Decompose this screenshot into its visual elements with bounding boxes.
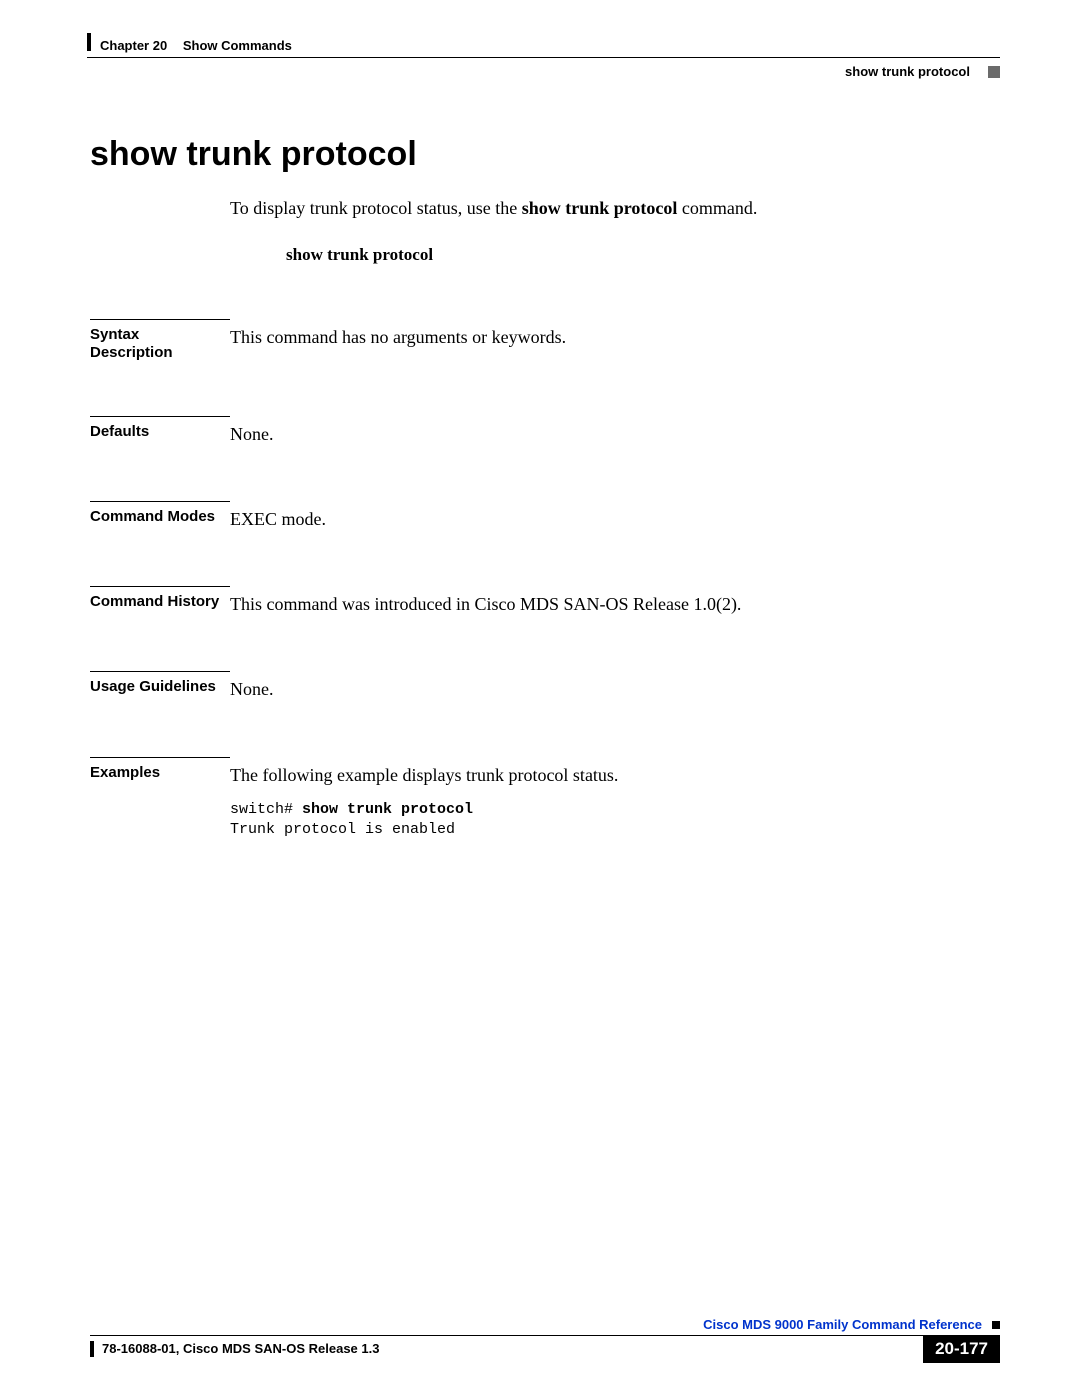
header-accent-bar <box>87 33 91 51</box>
section-usage-guidelines: Usage Guidelines None. <box>90 671 1000 702</box>
cli-command: show trunk protocol <box>302 801 473 818</box>
section-label: Command Modes <box>90 501 230 532</box>
page-footer: Cisco MDS 9000 Family Command Reference … <box>90 1317 1000 1363</box>
header-rule <box>87 57 1000 58</box>
section-body: None. <box>230 416 1000 447</box>
section-label: Command History <box>90 586 230 617</box>
page-number: 20-177 <box>923 1336 1000 1363</box>
header-chapter: Chapter 20 Show Commands <box>90 38 1000 53</box>
section-label: Defaults <box>90 416 230 447</box>
example-code-block: switch# show trunk protocol Trunk protoc… <box>230 800 1000 841</box>
section-body: The following example displays trunk pro… <box>230 757 1000 841</box>
section-body: This command was introduced in Cisco MDS… <box>230 586 1000 617</box>
section-body: This command has no arguments or keyword… <box>230 319 1000 362</box>
chapter-name: Show Commands <box>183 38 292 53</box>
header-square-icon <box>988 66 1000 78</box>
section-label: Examples <box>90 757 230 841</box>
section-body: EXEC mode. <box>230 501 1000 532</box>
chapter-number: Chapter 20 <box>100 38 167 53</box>
section-label: Syntax Description <box>90 319 230 362</box>
section-syntax-description: Syntax Description This command has no a… <box>90 319 1000 362</box>
doc-title: Cisco MDS 9000 Family Command Reference <box>703 1317 982 1332</box>
section-command-modes: Command Modes EXEC mode. <box>90 501 1000 532</box>
footer-accent-bar <box>90 1341 94 1357</box>
intro-paragraph: To display trunk protocol status, use th… <box>230 196 1000 221</box>
doc-id: 78-16088-01, Cisco MDS SAN-OS Release 1.… <box>102 1341 379 1356</box>
examples-text: The following example displays trunk pro… <box>230 762 1000 788</box>
footer-rule <box>90 1335 1000 1336</box>
section-defaults: Defaults None. <box>90 416 1000 447</box>
section-command-history: Command History This command was introdu… <box>90 586 1000 617</box>
breadcrumb-text: show trunk protocol <box>845 64 970 79</box>
syntax-command: show trunk protocol <box>286 245 1000 265</box>
cli-prompt: switch# <box>230 801 302 818</box>
section-body: None. <box>230 671 1000 702</box>
footer-square-icon <box>992 1321 1000 1329</box>
section-label: Usage Guidelines <box>90 671 230 702</box>
cli-output: Trunk protocol is enabled <box>230 821 455 838</box>
page-title: show trunk protocol <box>90 135 1000 174</box>
section-examples: Examples The following example displays … <box>90 757 1000 841</box>
